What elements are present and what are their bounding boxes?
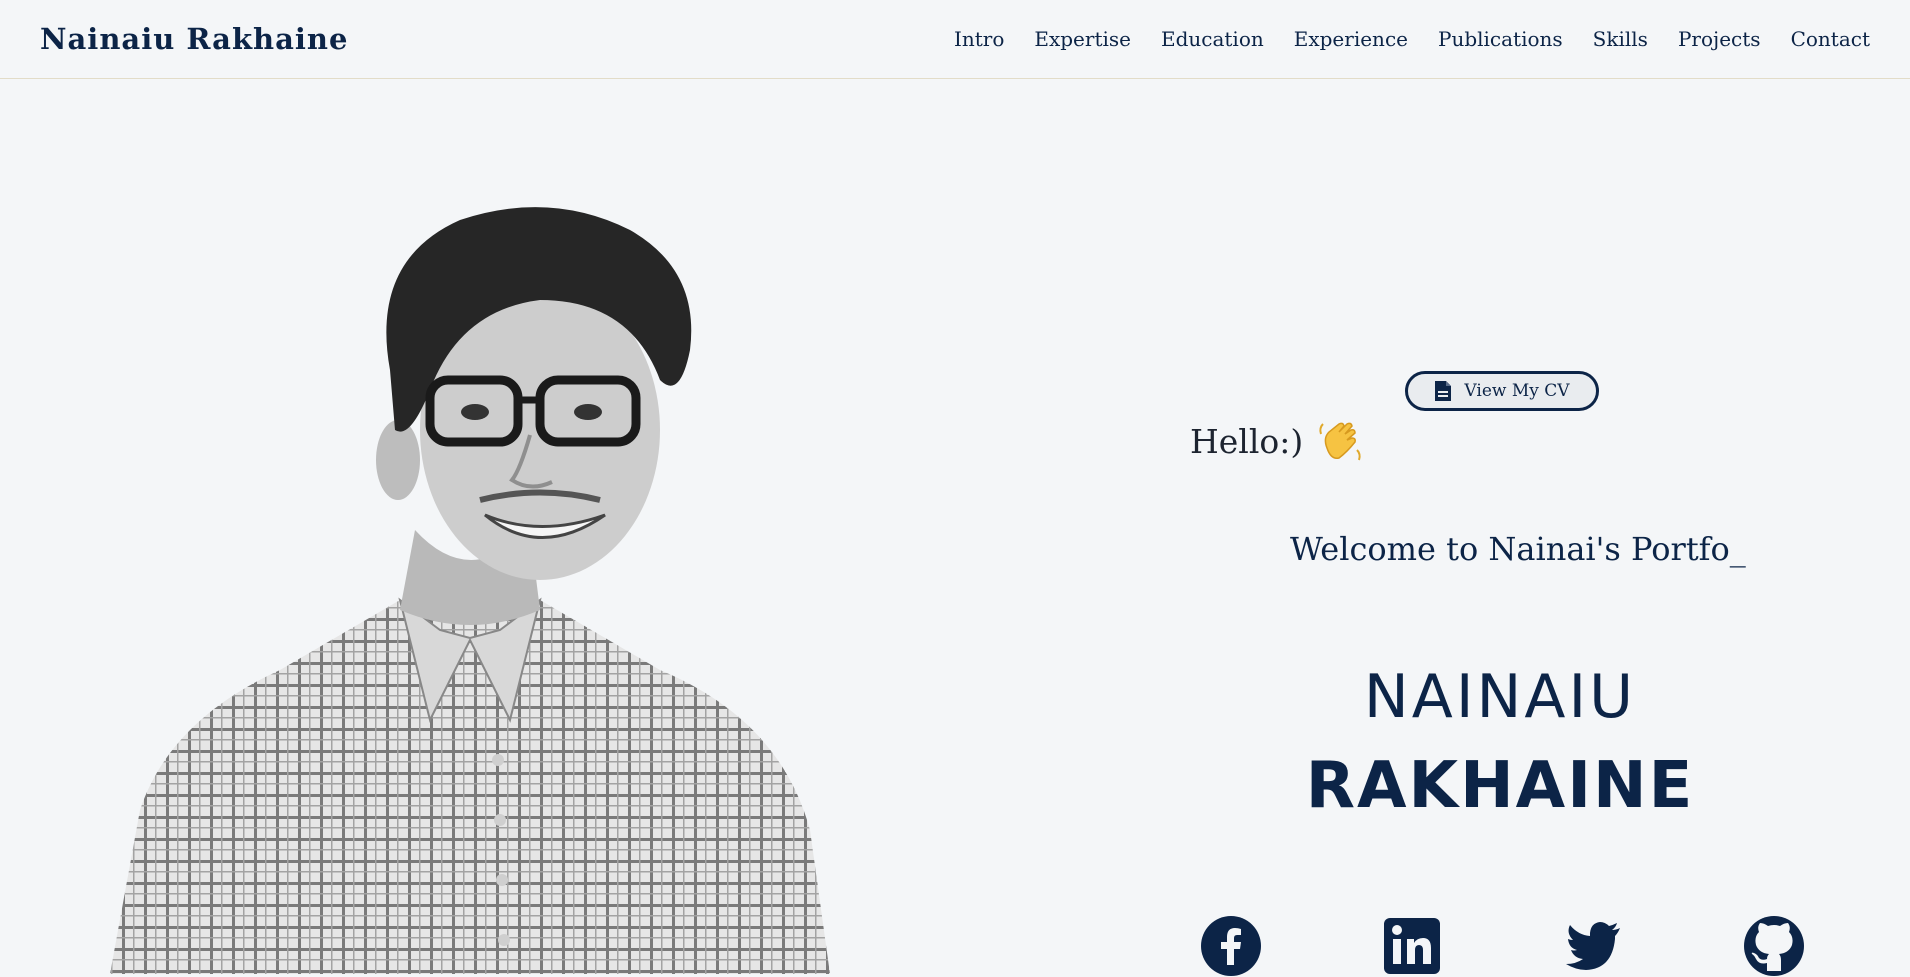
waving-hand-icon (1319, 422, 1361, 461)
twitter-icon[interactable] (1562, 915, 1624, 977)
github-icon[interactable] (1743, 915, 1805, 977)
navbar: Nainaiu Rakhaine Intro Expertise Educati… (0, 0, 1910, 79)
facebook-icon[interactable] (1200, 915, 1262, 977)
linkedin-icon[interactable] (1381, 915, 1443, 977)
nav-link-education[interactable]: Education (1161, 27, 1264, 51)
social-links (1200, 915, 1805, 977)
first-name: NAINAIU (1363, 662, 1637, 732)
nav-link-publications[interactable]: Publications (1438, 27, 1563, 51)
profile-photo (110, 207, 830, 974)
view-cv-button[interactable]: View My CV (1405, 371, 1599, 411)
hero-name: NAINAIU RAKHAINE (1240, 658, 1760, 836)
view-cv-label: View My CV (1464, 381, 1570, 401)
nav-link-intro[interactable]: Intro (954, 27, 1004, 51)
document-icon (1435, 381, 1452, 401)
last-name: RAKHAINE (1305, 749, 1695, 823)
brand-title[interactable]: Nainaiu Rakhaine (40, 22, 348, 56)
greeting-text: Hello:) (1190, 421, 1304, 461)
nav-links: Intro Expertise Education Experience Pub… (954, 27, 1870, 51)
nav-link-projects[interactable]: Projects (1678, 27, 1761, 51)
greeting: Hello:) (1190, 418, 1363, 464)
nav-link-skills[interactable]: Skills (1593, 27, 1648, 51)
nav-link-experience[interactable]: Experience (1294, 27, 1408, 51)
nav-link-contact[interactable]: Contact (1791, 27, 1870, 51)
welcome-text: Welcome to Nainai's Portfo_ (1290, 530, 1746, 568)
nav-link-expertise[interactable]: Expertise (1034, 27, 1131, 51)
